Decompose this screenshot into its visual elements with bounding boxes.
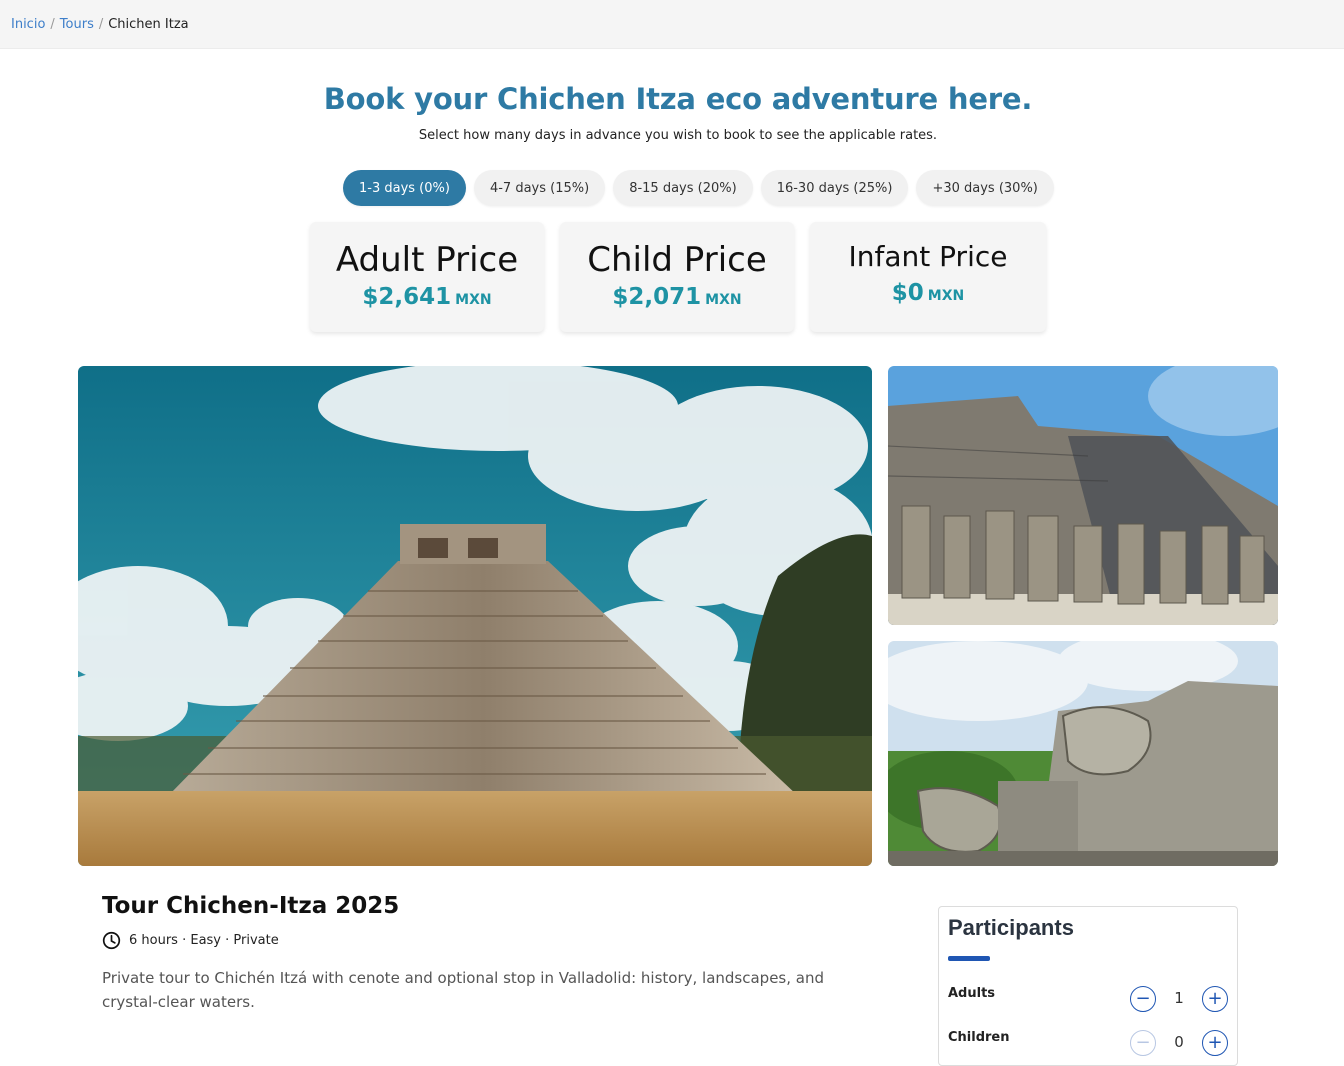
advance-option-16-30-days[interactable]: 16-30 days (25%) xyxy=(760,170,909,206)
minus-icon: − xyxy=(1135,1032,1151,1053)
adult-price-value: $2,641 MXN xyxy=(310,284,544,310)
adults-label: Adults xyxy=(948,986,996,1001)
temple-columns-image xyxy=(888,366,1278,625)
serpent-head-image xyxy=(888,641,1278,866)
advance-option-1-3-days[interactable]: 1-3 days (0%) xyxy=(343,170,466,206)
breadcrumb: Inicio / Tours / Chichen Itza xyxy=(0,0,1344,49)
minus-icon: − xyxy=(1135,988,1151,1009)
breadcrumb-link-tours[interactable]: Tours xyxy=(60,17,94,32)
child-price-value: $2,071 MXN xyxy=(560,284,794,310)
gallery-main-photo[interactable] xyxy=(78,366,872,866)
advance-option-30-plus-days[interactable]: +30 days (30%) xyxy=(916,170,1054,206)
page-title: Book your Chichen Itza eco adventure her… xyxy=(323,82,1033,116)
participants-panel: Participants Adults − 1 + Children − 0 + xyxy=(938,906,1238,1066)
child-price-currency: MXN xyxy=(705,292,742,308)
plus-icon: + xyxy=(1207,988,1223,1009)
children-count: 0 xyxy=(1174,1033,1184,1051)
pyramid-image xyxy=(78,366,872,866)
advance-option-4-7-days[interactable]: 4-7 days (15%) xyxy=(473,170,606,206)
gallery-photo-2[interactable] xyxy=(888,366,1278,625)
child-price-card: Child Price $2,071 MXN xyxy=(560,222,794,332)
adult-price-currency: MXN xyxy=(455,292,492,308)
breadcrumb-separator: / xyxy=(50,16,55,32)
participants-title-underline xyxy=(948,956,990,961)
plus-icon: + xyxy=(1207,1032,1223,1053)
participants-title: Participants xyxy=(948,915,1074,940)
breadcrumb-link-home[interactable]: Inicio xyxy=(11,17,45,32)
advance-option-8-15-days[interactable]: 8-15 days (20%) xyxy=(613,170,753,206)
gallery-photo-3[interactable] xyxy=(888,641,1278,866)
infant-price-value: $0 MXN xyxy=(810,280,1046,306)
tour-meta-text: 6 hours · Easy · Private xyxy=(129,932,279,948)
adults-decrement-button[interactable]: − xyxy=(1130,986,1156,1012)
children-label: Children xyxy=(948,1030,1010,1045)
infant-price-card: Infant Price $0 MXN xyxy=(810,222,1046,332)
child-price-label: Child Price xyxy=(587,240,767,280)
children-decrement-button[interactable]: − xyxy=(1130,1030,1156,1056)
infant-price-currency: MXN xyxy=(927,288,965,304)
adult-price-label: Adult Price xyxy=(335,240,519,280)
adults-count: 1 xyxy=(1174,989,1184,1007)
adults-increment-button[interactable]: + xyxy=(1202,986,1228,1012)
child-price-amount: $2,071 xyxy=(612,284,702,310)
advance-booking-options: 1-3 days (0%) 4-7 days (15%) 8-15 days (… xyxy=(343,170,1054,206)
infant-price-amount: $0 xyxy=(891,280,924,306)
breadcrumb-current: Chichen Itza xyxy=(108,16,189,32)
tour-meta: 6 hours · Easy · Private xyxy=(102,930,279,950)
children-increment-button[interactable]: + xyxy=(1202,1030,1228,1056)
adult-price-amount: $2,641 xyxy=(362,284,452,310)
tour-description: Private tour to Chichén Itzá with cenote… xyxy=(102,969,824,1011)
tour-title: Tour Chichen-Itza 2025 xyxy=(102,893,400,919)
page-subtitle: Select how many days in advance you wish… xyxy=(418,128,938,143)
clock-icon xyxy=(102,931,121,949)
adult-price-card: Adult Price $2,641 MXN xyxy=(310,222,544,332)
infant-price-label: Infant Price xyxy=(848,240,1008,273)
breadcrumb-separator: / xyxy=(98,16,104,32)
